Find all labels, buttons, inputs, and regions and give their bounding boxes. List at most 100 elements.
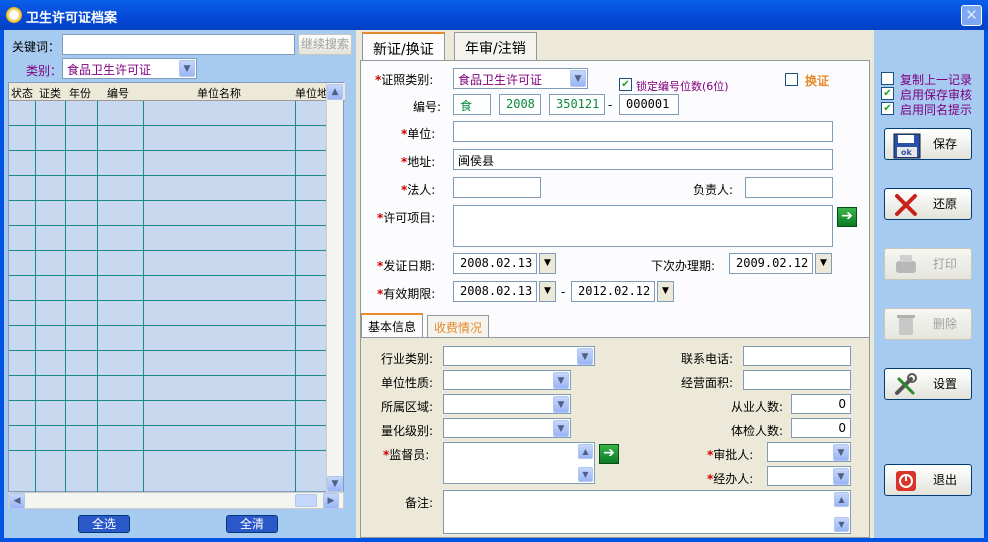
number-area-field[interactable]: 350121 bbox=[549, 94, 605, 115]
select-all-button[interactable]: 全选 bbox=[78, 515, 130, 533]
clear-all-button[interactable]: 全清 bbox=[226, 515, 278, 533]
scroll-left-icon[interactable]: ◀ bbox=[9, 493, 25, 509]
lock-digits-checkbox[interactable]: ✔ bbox=[619, 78, 632, 91]
remark-textarea[interactable]: ▲ ▼ bbox=[443, 490, 851, 534]
region-select[interactable]: ▼ bbox=[443, 394, 571, 414]
save-button[interactable]: ok 保存 bbox=[884, 128, 972, 160]
items-label: *许可项目: bbox=[377, 211, 436, 225]
industry-select[interactable]: ▼ bbox=[443, 346, 595, 366]
table-row[interactable] bbox=[9, 400, 334, 401]
area-input[interactable] bbox=[743, 370, 851, 390]
level-label: 量化级别: bbox=[381, 424, 434, 438]
grid-vertical-scrollbar[interactable]: ▲ ▼ bbox=[326, 83, 343, 493]
checked-input[interactable]: 0 bbox=[791, 418, 851, 438]
table-row[interactable] bbox=[9, 325, 334, 326]
table-row[interactable] bbox=[9, 425, 334, 426]
scroll-thumb[interactable] bbox=[295, 494, 317, 507]
staff-label: 从业人数: bbox=[731, 400, 784, 414]
level-select[interactable]: ▼ bbox=[443, 418, 571, 438]
issue-date-dropdown-icon[interactable]: ▼ bbox=[539, 253, 556, 274]
copy-last-checkbox[interactable] bbox=[881, 72, 894, 85]
valid-from-field[interactable]: 2008.02.13 bbox=[453, 281, 537, 302]
table-row[interactable] bbox=[9, 250, 334, 251]
delete-button[interactable]: 删除 bbox=[884, 308, 972, 340]
valid-from-dropdown-icon[interactable]: ▼ bbox=[539, 281, 556, 302]
table-row[interactable] bbox=[9, 300, 334, 301]
scroll-up-icon[interactable]: ▲ bbox=[834, 492, 849, 507]
settings-button[interactable]: 设置 bbox=[884, 368, 972, 400]
sub-tab-bar: 基本信息 收费情况 bbox=[361, 311, 871, 337]
table-row[interactable] bbox=[9, 450, 334, 451]
items-textarea[interactable] bbox=[453, 205, 833, 247]
table-row[interactable] bbox=[9, 125, 334, 126]
table-row[interactable] bbox=[9, 275, 334, 276]
keyword-input[interactable] bbox=[62, 34, 295, 55]
grid-divider bbox=[143, 101, 144, 493]
table-row[interactable] bbox=[9, 350, 334, 351]
scroll-down-icon[interactable]: ▼ bbox=[327, 476, 343, 492]
approver-label: *审批人: bbox=[707, 448, 754, 462]
supervisor-label: *监督员: bbox=[383, 448, 430, 462]
table-row[interactable] bbox=[9, 200, 334, 201]
handler-select[interactable]: ▼ bbox=[767, 466, 851, 486]
exit-button[interactable]: 退出 bbox=[884, 464, 972, 496]
table-row[interactable] bbox=[9, 150, 334, 151]
number-year-field[interactable]: 2008 bbox=[499, 94, 541, 115]
scroll-right-icon[interactable]: ▶ bbox=[323, 493, 339, 509]
staff-input[interactable]: 0 bbox=[791, 394, 851, 414]
renew-checkbox[interactable] bbox=[785, 73, 798, 86]
legal-input[interactable] bbox=[453, 177, 541, 198]
chevron-down-icon: ▼ bbox=[553, 396, 569, 413]
charge-input[interactable] bbox=[745, 177, 833, 198]
address-input[interactable]: 闽侯县 bbox=[453, 149, 833, 170]
tab-fee-info[interactable]: 收费情况 bbox=[427, 315, 490, 337]
delete-button-label: 删除 bbox=[932, 317, 957, 331]
cert-type-select[interactable]: 食品卫生许可证 ▼ bbox=[453, 68, 588, 89]
grid-header: 状态 证类 年份 编号 单位名称 单位地址 bbox=[9, 83, 345, 101]
number-label: 编号: bbox=[413, 100, 442, 114]
nature-select[interactable]: ▼ bbox=[443, 370, 571, 390]
handler-label: *经办人: bbox=[707, 472, 754, 486]
continue-search-button[interactable]: 继续搜索 bbox=[298, 34, 352, 55]
scroll-down-icon[interactable]: ▼ bbox=[578, 467, 593, 482]
print-button[interactable]: 打印 bbox=[884, 248, 972, 280]
supervisor-list[interactable]: ▲ ▼ bbox=[443, 442, 595, 484]
number-seq-field[interactable]: 000001 bbox=[619, 94, 679, 115]
col-number: 编号 bbox=[107, 87, 129, 100]
next-date-dropdown-icon[interactable]: ▼ bbox=[815, 253, 832, 274]
power-icon bbox=[893, 469, 919, 491]
unit-input[interactable] bbox=[453, 121, 833, 142]
pick-supervisor-arrow-icon[interactable]: ➔ bbox=[599, 444, 619, 464]
table-row[interactable] bbox=[9, 375, 334, 376]
lock-digits-label: 锁定编号位数(6位) bbox=[636, 80, 729, 93]
issue-date-field[interactable]: 2008.02.13 bbox=[453, 253, 537, 274]
pick-items-arrow-icon[interactable]: ➔ bbox=[837, 207, 857, 227]
table-row[interactable] bbox=[9, 175, 334, 176]
tab-basic-info[interactable]: 基本信息 bbox=[361, 313, 424, 337]
tab-annual-cancel[interactable]: 年审/注销 bbox=[454, 32, 537, 60]
approver-select[interactable]: ▼ bbox=[767, 442, 851, 462]
category-select[interactable]: 食品卫生许可证 ▼ bbox=[62, 58, 197, 79]
record-grid[interactable]: 状态 证类 年份 编号 单位名称 单位地址 ▲ ▼ bbox=[8, 82, 345, 493]
tab-new-renew[interactable]: 新证/换证 bbox=[362, 32, 445, 61]
phone-input[interactable] bbox=[743, 346, 851, 366]
scroll-down-icon[interactable]: ▼ bbox=[834, 517, 849, 532]
save-audit-checkbox[interactable]: ✔ bbox=[881, 87, 894, 100]
remark-label: 备注: bbox=[405, 496, 434, 510]
next-date-field[interactable]: 2009.02.12 bbox=[729, 253, 813, 274]
charge-label: 负责人: bbox=[693, 183, 734, 197]
restore-button[interactable]: 还原 bbox=[884, 188, 972, 220]
area-label: 经营面积: bbox=[681, 376, 734, 390]
valid-to-field[interactable]: 2012.02.12 bbox=[571, 281, 655, 302]
same-name-checkbox[interactable]: ✔ bbox=[881, 102, 894, 115]
category-label: 类别： bbox=[26, 64, 63, 78]
scroll-up-icon[interactable]: ▲ bbox=[578, 444, 593, 459]
form-area: 新证/换证 年审/注销 *证照类别: 食品卫生许可证 ▼ ✔ 锁定编号位数(6位… bbox=[360, 30, 870, 538]
number-prefix-field[interactable]: 食 bbox=[453, 94, 491, 115]
grid-horizontal-scrollbar[interactable]: ◀ ▶ bbox=[8, 492, 344, 509]
close-button[interactable]: ✕ bbox=[961, 5, 982, 26]
restore-button-label: 还原 bbox=[932, 197, 957, 211]
valid-to-dropdown-icon[interactable]: ▼ bbox=[657, 281, 674, 302]
table-row[interactable] bbox=[9, 225, 334, 226]
scroll-up-icon[interactable]: ▲ bbox=[327, 84, 343, 100]
